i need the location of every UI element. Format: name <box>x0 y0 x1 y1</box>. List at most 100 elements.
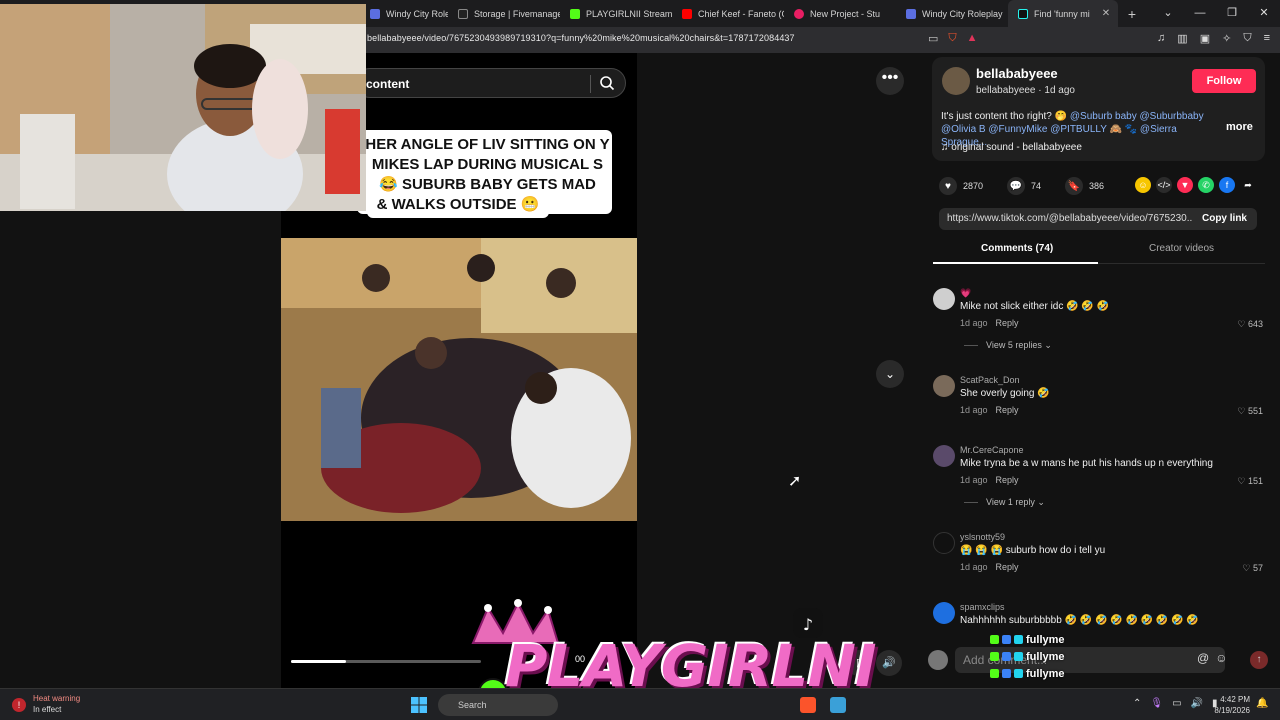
tab-new-project[interactable]: New Project - Stu <box>784 0 896 27</box>
maximize-icon[interactable]: ❐ <box>1216 0 1248 27</box>
kick-badge-icon <box>990 669 999 678</box>
commenter-name[interactable]: 💗 <box>960 288 971 299</box>
tab-fivemanage[interactable]: Storage | Fivemanage <box>448 0 560 27</box>
video-link[interactable]: https://www.tiktok.com/@bellababyeee/vid… <box>947 213 1193 224</box>
tab-windy-city-2[interactable]: Windy City Roleplay <box>896 0 1008 27</box>
tab-tiktok-active[interactable]: Find 'funny mi ✕ <box>1008 0 1118 27</box>
commenter-name[interactable]: yslsnotty59 <box>960 532 1005 542</box>
view-replies-button[interactable]: View 5 replies ⌄ <box>964 340 1052 351</box>
like-icon[interactable]: ♥ <box>939 177 957 195</box>
comment-text: Mike tryna be a w mans he put his hands … <box>960 458 1213 469</box>
whatsapp-icon[interactable]: ✆ <box>1198 177 1214 193</box>
clock-time: 4:42 PM <box>1220 695 1250 704</box>
search-icon[interactable] <box>599 75 615 91</box>
close-tab-icon[interactable]: ✕ <box>1102 8 1110 19</box>
microphone-icon[interactable]: 🎙 <box>1150 698 1163 709</box>
video-progress-bar[interactable] <box>291 660 481 663</box>
search-bar[interactable]: content <box>355 68 626 98</box>
view-replies-button[interactable]: View 1 reply ⌄ <box>964 497 1045 508</box>
video-frame[interactable] <box>281 238 637 521</box>
brave-app-icon[interactable] <box>800 697 816 713</box>
more-link[interactable]: more <box>1226 121 1253 133</box>
brave-rewards-icon[interactable]: ▲ <box>967 32 978 45</box>
reply-button[interactable]: Reply <box>996 318 1019 328</box>
tray-overflow-icon[interactable]: ⌃ <box>1133 698 1141 709</box>
embed-icon[interactable]: </> <box>1156 177 1172 193</box>
tab-comments[interactable]: Comments (74) <box>981 243 1053 254</box>
commenter-avatar[interactable] <box>933 288 955 310</box>
close-window-icon[interactable]: ✕ <box>1248 0 1280 27</box>
music-icon[interactable]: ♫ <box>1157 32 1165 45</box>
save-count: 386 <box>1089 181 1105 191</box>
comment-like[interactable]: ♡ 151 <box>1237 476 1263 487</box>
window-controls: ⌄ — ❐ ✕ <box>1152 0 1280 27</box>
brave-shield-icon[interactable]: ⛉ <box>948 32 956 45</box>
taskbar-search[interactable]: Search <box>438 694 558 716</box>
screen: Windy City Roleplay Storage | Fivemanage… <box>0 0 1280 720</box>
vpn-icon[interactable]: ⛉ <box>1243 32 1251 45</box>
reply-button[interactable]: Reply <box>996 405 1019 415</box>
commenter-name[interactable]: ScatPack_Don <box>960 375 1020 385</box>
sound-link[interactable]: ♫ original sound - bellababyeee <box>941 142 1082 153</box>
system-clock[interactable]: 4:42 PM 8/19/2026 <box>1212 694 1250 716</box>
speaker-icon[interactable]: 🔊 <box>1191 698 1203 709</box>
video-progress-fill <box>291 660 347 663</box>
youtube-icon <box>682 8 692 19</box>
reply-button[interactable]: Reply <box>996 562 1019 572</box>
windows-start-icon[interactable] <box>411 697 427 713</box>
wallet-icon[interactable]: ▣ <box>1200 32 1210 45</box>
panel-tabs: Comments (74) Creator videos <box>933 236 1265 264</box>
next-video-button[interactable]: ⌄ <box>876 360 904 388</box>
send-share-icon[interactable]: ▼ <box>1177 177 1193 193</box>
commenter-avatar[interactable] <box>933 602 955 624</box>
cast-icon[interactable]: ▭ <box>928 32 938 45</box>
chat-username: fullyme <box>1026 667 1065 680</box>
tab-creator-videos[interactable]: Creator videos <box>1149 243 1214 254</box>
notepad-app-icon[interactable] <box>830 697 846 713</box>
post-comment-button[interactable]: ↑ <box>1250 651 1268 669</box>
tab-windy-city-1[interactable]: Windy City Roleplay <box>360 0 448 27</box>
commenter-avatar[interactable] <box>933 375 955 397</box>
mention-icon[interactable]: @ <box>1197 651 1209 665</box>
network-icon[interactable]: ▭ <box>1172 698 1181 709</box>
comment-like-count: 57 <box>1252 563 1263 573</box>
badge-icon <box>1002 652 1011 661</box>
commenter-avatar[interactable] <box>933 532 955 554</box>
weather-warning-icon[interactable]: ! <box>12 698 26 712</box>
share-arrow-icon[interactable]: ➦ <box>1240 177 1256 193</box>
bookmark-icon[interactable]: 🔖 <box>1065 177 1084 195</box>
url-field[interactable]: bellababyeee/video/7675230493989719310?q… <box>367 33 795 43</box>
new-tab-button[interactable]: + <box>1118 6 1146 22</box>
menu-icon[interactable]: ≡ <box>1264 32 1270 45</box>
facebook-icon[interactable]: f <box>1219 177 1235 193</box>
more-options-button[interactable]: ••• <box>876 67 904 95</box>
search-input[interactable]: content <box>366 77 409 91</box>
weather-title[interactable]: Heat warning <box>33 694 80 703</box>
sidebar-icon[interactable]: ▥ <box>1177 32 1187 45</box>
comment-like[interactable]: ♡ 57 <box>1242 563 1263 574</box>
commenter-name[interactable]: Mr.CereCapone <box>960 445 1024 455</box>
commenter-name[interactable]: spamxclips <box>960 602 1005 612</box>
tab-playgirlnii[interactable]: PLAYGIRLNII Stream <box>560 0 672 27</box>
badge-icon <box>1002 669 1011 678</box>
copy-link-button[interactable]: Copy link <box>1202 213 1247 224</box>
clock-date: 8/19/2026 <box>1214 706 1250 715</box>
follow-button[interactable]: Follow <box>1192 69 1256 93</box>
leo-icon[interactable]: ✧ <box>1222 32 1231 45</box>
comment-like[interactable]: ♡ 643 <box>1237 319 1263 330</box>
commenter-avatar[interactable] <box>933 445 955 467</box>
kick-icon <box>570 8 580 19</box>
comment-like[interactable]: ♡ 551 <box>1237 406 1263 417</box>
comment-text: Nahhhhhh suburbbbbb 🤣 🤣 🤣 🤣 🤣 🤣 🤣 🤣 🤣 <box>960 615 1199 626</box>
minimize-icon[interactable]: — <box>1184 0 1216 27</box>
tab-chief-keef[interactable]: Chief Keef - Faneto (C <box>672 0 784 27</box>
emoji-icon[interactable]: ☺ <box>1215 651 1227 665</box>
reply-button[interactable]: Reply <box>996 475 1019 485</box>
volume-button[interactable]: 🔊 <box>876 650 902 676</box>
comment-icon[interactable]: 💬 <box>1007 177 1026 195</box>
tab-search-icon[interactable]: ⌄ <box>1152 0 1184 27</box>
author-name[interactable]: bellababyeee <box>976 66 1058 81</box>
friends-share-icon[interactable]: ☺ <box>1135 177 1151 193</box>
notification-bell-icon[interactable]: 🔔 <box>1256 698 1268 709</box>
author-avatar[interactable] <box>942 67 970 95</box>
